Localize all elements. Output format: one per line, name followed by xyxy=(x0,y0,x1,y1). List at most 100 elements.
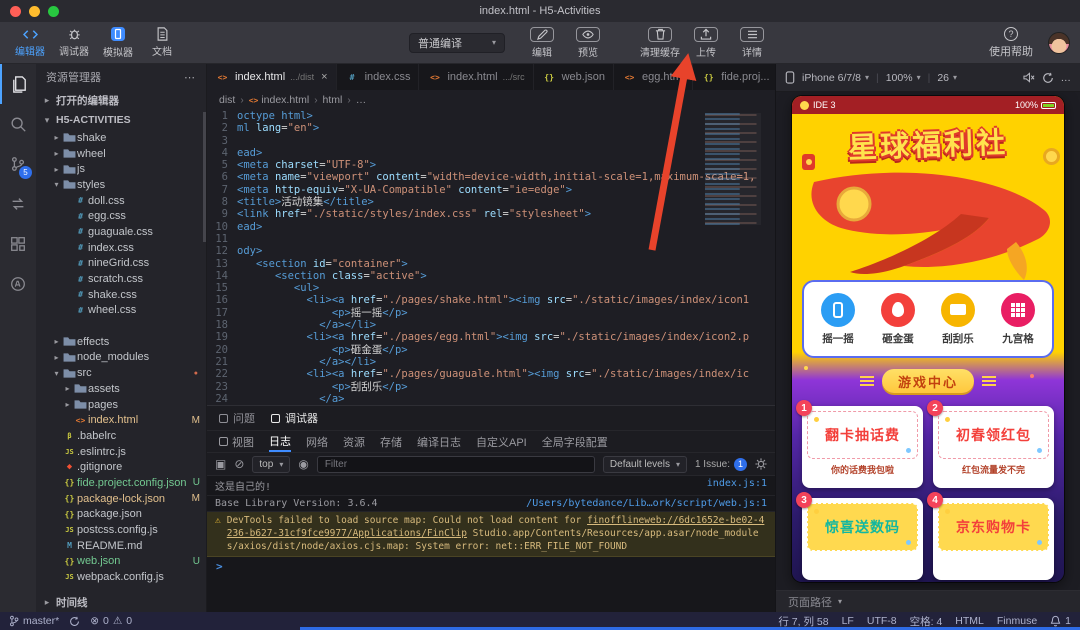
phone-screen[interactable]: IDE 3 100% 星球福利社 摇一摇 砸金蛋 刮刮乐 九宫格 游戏中心 1 … xyxy=(792,96,1064,582)
file-item-pages[interactable]: ▸ pages xyxy=(36,397,206,413)
frame-select[interactable]: top ▾ xyxy=(252,455,291,473)
encoding-indicator[interactable]: UTF-8 xyxy=(867,615,897,627)
extensions-activity-icon[interactable] xyxy=(0,224,36,264)
log-levels-select[interactable]: Default levels ▾ xyxy=(602,455,687,473)
file-item-index.html[interactable]: <> index.html M xyxy=(36,412,206,428)
git-branch-indicator[interactable]: master* xyxy=(9,615,59,627)
file-item-assets[interactable]: ▸ assets xyxy=(36,381,206,397)
code-line[interactable]: 2 ml lang="en"> xyxy=(207,122,775,134)
editor-tab-fide.proj...[interactable]: {} fide.proj... xyxy=(693,64,779,90)
file-item-js[interactable]: ▸ js xyxy=(36,161,206,177)
zoom-select[interactable]: 100% ▾ xyxy=(886,72,921,84)
device-select[interactable]: iPhone 6/7/8 ▾ xyxy=(802,72,869,84)
subtab-编译日志[interactable]: 编译日志 xyxy=(417,431,461,452)
clear-cache-button[interactable]: 清理缓存 xyxy=(637,26,683,59)
issues-counter[interactable]: 1 Issue: 1 xyxy=(695,457,747,471)
file-item-webpack.config.js[interactable]: JS webpack.config.js xyxy=(36,569,206,585)
subtab-自定义API[interactable]: 自定义API xyxy=(476,431,527,452)
code-line[interactable]: 6 <meta name="viewport" content="width=de… xyxy=(207,171,775,183)
docs-button[interactable]: 文档 xyxy=(140,27,184,58)
subtab-全局字段配置[interactable]: 全局字段配置 xyxy=(542,431,608,452)
console-filter-input[interactable] xyxy=(316,455,595,473)
file-item-scratch.css[interactable]: # scratch.css xyxy=(36,271,206,287)
user-avatar[interactable] xyxy=(1048,31,1070,54)
simulator-mode-button[interactable]: 模拟器 xyxy=(96,26,140,59)
code-line[interactable]: 10 ead> xyxy=(207,221,775,233)
more-actions-icon[interactable]: ⋯ xyxy=(184,71,196,84)
editor-tab-index.css[interactable]: # index.css xyxy=(336,64,420,90)
timeline-section[interactable]: ▸ 时间线 xyxy=(36,592,206,612)
code-line[interactable]: 3 xyxy=(207,135,775,147)
code-line[interactable]: 7 <meta http-equiv="X-UA-Compatible" cont… xyxy=(207,184,775,196)
file-item-.eslintrc.js[interactable]: JS .eslintrc.js xyxy=(36,444,206,460)
code-line[interactable]: 15 <ul> xyxy=(207,282,775,294)
file-item-styles[interactable]: ▾ styles xyxy=(36,177,206,193)
menu-item-刮刮乐[interactable]: 刮刮乐 xyxy=(932,292,984,346)
code-line[interactable]: 12 ody> xyxy=(207,245,775,257)
file-item-wheel.css[interactable]: # wheel.css xyxy=(36,303,206,319)
console-sidebar-icon[interactable]: ▣ xyxy=(215,457,226,471)
console-prompt[interactable]: > xyxy=(207,557,775,576)
code-line[interactable]: 8 <title>活动镜集</title> xyxy=(207,196,775,208)
sidebar-scrollbar[interactable] xyxy=(203,112,206,242)
debugger-tab[interactable]: 调试器 xyxy=(271,410,318,426)
linter-indicator[interactable]: Finmuse xyxy=(997,615,1037,627)
breadcrumb-item[interactable]: dist xyxy=(219,94,235,106)
file-item-web.json[interactable]: {} web.json U xyxy=(36,554,206,570)
breadcrumb-item[interactable]: html xyxy=(323,94,343,106)
preview-button[interactable]: 预览 xyxy=(565,26,611,59)
page-path-bar[interactable]: 页面路径 ▾ xyxy=(776,590,1080,612)
console-settings-icon[interactable] xyxy=(755,458,767,470)
log-source-link[interactable]: /Users/bytedance/Lib…ork/script/web.js:1 xyxy=(526,498,767,509)
code-line[interactable]: 4 ead> xyxy=(207,147,775,159)
file-item-package.json[interactable]: {} package.json xyxy=(36,507,206,523)
minimap[interactable] xyxy=(705,113,761,225)
clear-console-icon[interactable]: ⊘ xyxy=(234,457,244,471)
code-line[interactable]: 1 octype html> xyxy=(207,110,775,122)
console-log-row[interactable]: Base Library Version: 3.6.4 /Users/byted… xyxy=(207,496,775,512)
coupon-card-惊喜送数码[interactable]: 3 惊喜送数码 xyxy=(796,492,923,580)
sync-indicator[interactable] xyxy=(69,616,80,627)
code-line[interactable]: 18 </a></li> xyxy=(207,319,775,331)
code-line[interactable]: 11 xyxy=(207,233,775,245)
console-warning-row[interactable]: ⚠ DevTools failed to load source map: Co… xyxy=(207,512,775,558)
code-line[interactable]: 21 </a></li> xyxy=(207,356,775,368)
editor-mode-button[interactable]: 编辑器 xyxy=(8,28,52,58)
compile-mode-select[interactable]: 普通编译 ▾ xyxy=(409,32,505,53)
file-item-nineGrid.css[interactable]: # nineGrid.css xyxy=(36,256,206,272)
code-line[interactable]: 22 <li><a href="./pages/guaguale.html"><… xyxy=(207,368,775,380)
code-line[interactable]: 14 <section class="active"> xyxy=(207,270,775,282)
problems-tab[interactable]: 问题 xyxy=(219,410,255,426)
fps-select[interactable]: 26 ▾ xyxy=(937,72,957,84)
file-item-fide.project.config.json[interactable]: {} fide.project.config.json U xyxy=(36,475,206,491)
subtab-资源[interactable]: 资源 xyxy=(343,431,365,452)
file-item-node_modules[interactable]: ▸ node_modules xyxy=(36,350,206,366)
code-line[interactable]: 17 <p>摇一摇</p> xyxy=(207,307,775,319)
edit-button[interactable]: 编辑 xyxy=(519,26,565,59)
file-item-README.md[interactable]: M README.md xyxy=(36,538,206,554)
file-item-src[interactable]: ▾ src ● xyxy=(36,365,206,381)
game-center-button[interactable]: 游戏中心 xyxy=(882,369,974,393)
upload-button[interactable]: 上传 xyxy=(683,26,729,59)
code-line[interactable]: 19 <li><a href="./pages/egg.html"><img s… xyxy=(207,331,775,343)
file-item-index.css[interactable]: # index.css xyxy=(36,240,206,256)
console-log-row[interactable]: 这是自己的! index.js:1 xyxy=(207,476,775,496)
details-button[interactable]: 详情 xyxy=(729,26,775,59)
code-editor[interactable]: 1 octype html> 2 ml lang="en"> 3 4 ead> 5 <meta … xyxy=(207,110,775,405)
eol-indicator[interactable]: LF xyxy=(842,615,854,627)
ai-activity-icon[interactable] xyxy=(0,264,36,304)
menu-item-摇一摇[interactable]: 摇一摇 xyxy=(812,292,864,346)
coupon-card-初春领红包[interactable]: 2 初春领红包 红包流量发不完 xyxy=(927,400,1054,488)
coupon-card-翻卡抽话费[interactable]: 1 翻卡抽话费 你的话费我包啦 xyxy=(796,400,923,488)
code-line[interactable]: 13 <section id="container"> xyxy=(207,258,775,270)
file-item-.gitignore[interactable]: ◆ .gitignore xyxy=(36,459,206,475)
language-indicator[interactable]: HTML xyxy=(955,615,984,627)
breadcrumb-item[interactable]: <> index.html xyxy=(249,94,310,106)
help-button[interactable]: ? 使用帮助 xyxy=(986,26,1036,59)
subtab-网络[interactable]: 网络 xyxy=(306,431,328,452)
menu-item-砸金蛋[interactable]: 砸金蛋 xyxy=(872,292,924,346)
code-line[interactable]: 24 </a> xyxy=(207,393,775,405)
code-line[interactable]: 23 <p>刮刮乐</p> xyxy=(207,381,775,393)
code-line[interactable]: 9 <link href="./static/styles/index.css" … xyxy=(207,208,775,220)
error-counter[interactable]: ⊗ 0 ⚠ 0 xyxy=(90,615,132,627)
